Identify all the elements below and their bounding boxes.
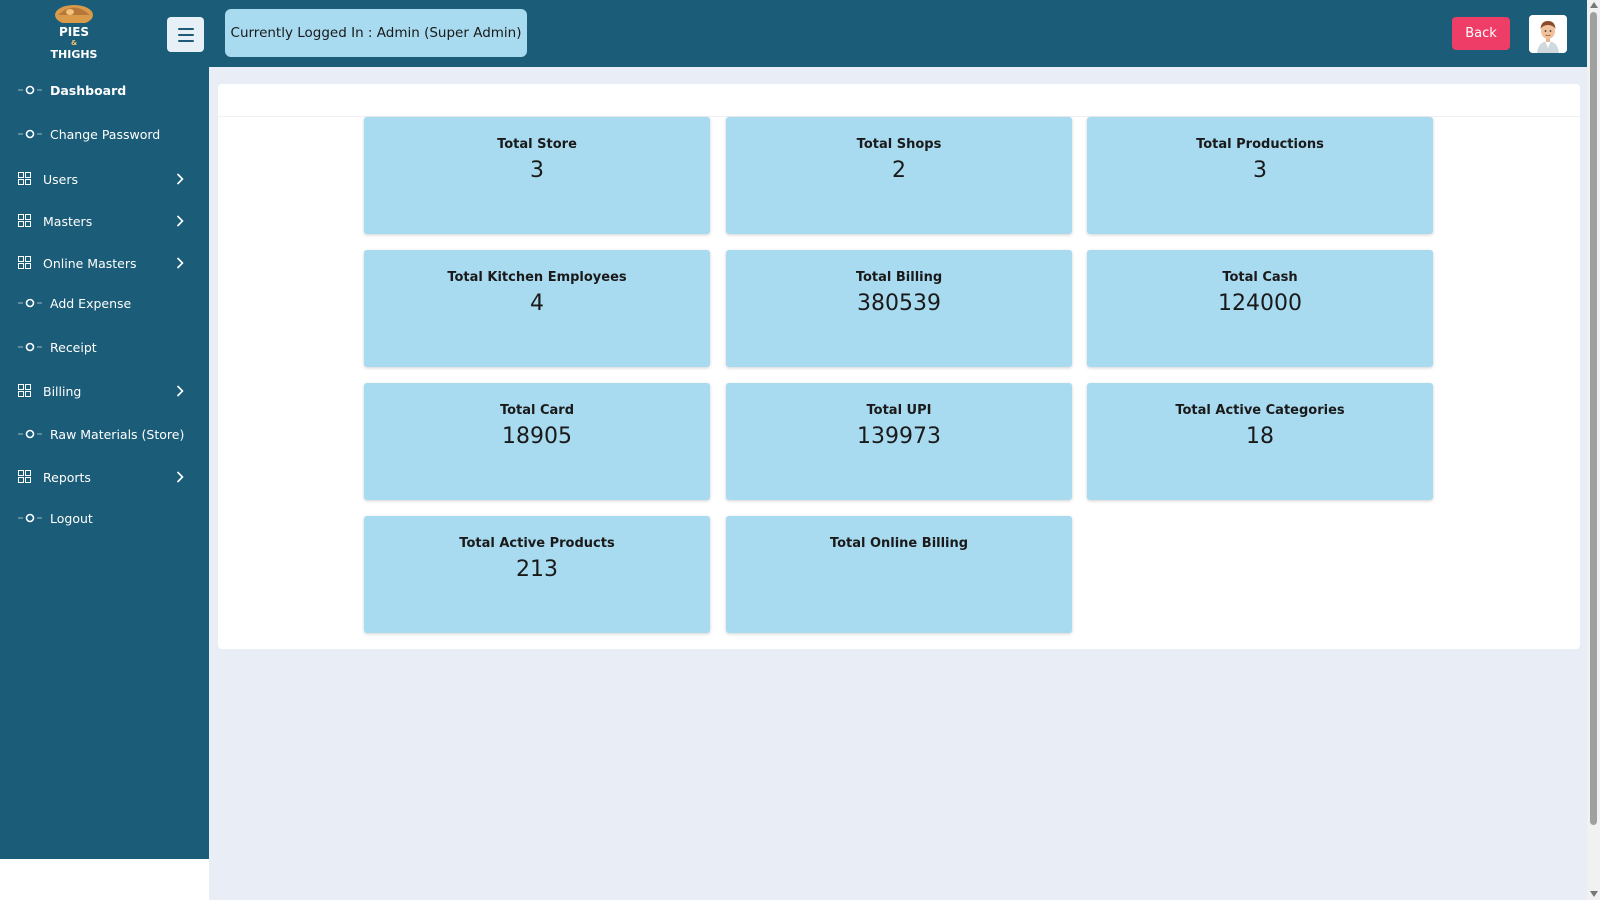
stat-title: Total Store: [497, 137, 577, 152]
hamburger-line: [177, 27, 194, 30]
page-scrollbar[interactable]: [1587, 0, 1600, 900]
stat-value: 124000: [1218, 291, 1302, 316]
dot-circle-icon: [18, 85, 42, 95]
sidebar-item-label: Billing: [43, 383, 82, 399]
stat-title: Total Card: [499, 403, 575, 418]
logged-in-text: Currently Logged In : Admin (Super Admin…: [230, 25, 522, 41]
stat-tile-total-shops[interactable]: Total Shops 2: [726, 117, 1072, 234]
stat-tile-total-active-products[interactable]: Total Active Products 213: [364, 516, 710, 633]
sidebar-item-raw-materials[interactable]: Raw Materials (Store): [0, 416, 209, 452]
stat-title: Total Online Billing: [829, 536, 969, 551]
stat-value: 213: [516, 557, 558, 582]
stat-tile-total-store[interactable]: Total Store 3: [364, 117, 710, 234]
sidebar: Dashboard Change Password Users Masters …: [0, 67, 209, 859]
sidebar-item-add-expense[interactable]: Add Expense: [0, 285, 209, 321]
stat-title: Total Active Products: [459, 536, 615, 551]
hamburger-line: [177, 33, 194, 36]
stat-tile-total-billing[interactable]: Total Billing 380539: [726, 250, 1072, 367]
stat-value: 18905: [502, 424, 572, 449]
stat-title: Total Active Categories: [1175, 403, 1345, 418]
dot-circle-icon: [18, 298, 42, 308]
grid-icon: [18, 214, 31, 227]
stat-title: Total Kitchen Employees: [447, 270, 627, 285]
sidebar-footer-blank: [0, 859, 209, 900]
logo-text-top: PIES: [59, 25, 89, 39]
sidebar-item-dashboard[interactable]: Dashboard: [0, 72, 209, 108]
sidebar-item-label: Logout: [50, 510, 93, 526]
logo-text-mid: &: [71, 39, 77, 47]
sidebar-item-label: Raw Materials (Store): [50, 426, 185, 442]
stat-title: Total Productions: [1196, 137, 1324, 152]
sidebar-item-online-masters[interactable]: Online Masters: [0, 245, 209, 281]
dot-circle-icon: [18, 129, 42, 139]
sidebar-item-masters[interactable]: Masters: [0, 203, 209, 239]
user-avatar[interactable]: [1529, 15, 1567, 53]
stat-value: 3: [530, 158, 544, 183]
sidebar-item-label: Masters: [43, 213, 93, 229]
sidebar-item-label: Dashboard: [50, 82, 127, 98]
sidebar-item-label: Add Expense: [50, 295, 132, 311]
sidebar-item-logout[interactable]: Logout: [0, 500, 209, 536]
grid-icon: [18, 470, 31, 483]
stat-tile-total-online-billing[interactable]: Total Online Billing: [726, 516, 1072, 633]
sidebar-item-users[interactable]: Users: [0, 161, 209, 197]
hamburger-menu-button[interactable]: [167, 17, 204, 52]
sidebar-item-label: Change Password: [50, 126, 161, 142]
stat-tile-total-productions[interactable]: Total Productions 3: [1087, 117, 1433, 234]
hamburger-line: [177, 39, 194, 42]
stat-value: 3: [1253, 158, 1267, 183]
logo-text-bottom: THIGHS: [51, 48, 98, 61]
grid-icon: [18, 172, 31, 185]
sidebar-item-billing[interactable]: Billing: [0, 373, 209, 409]
sidebar-item-receipt[interactable]: Receipt: [0, 329, 209, 365]
dot-circle-icon: [18, 429, 42, 439]
scroll-down-arrow-icon[interactable]: [1590, 891, 1598, 897]
scroll-thumb[interactable]: [1590, 12, 1597, 825]
sidebar-item-label: Reports: [43, 469, 91, 485]
sidebar-item-label: Receipt: [50, 339, 97, 355]
sidebar-item-reports[interactable]: Reports: [0, 459, 209, 495]
sidebar-item-change-password[interactable]: Change Password: [0, 116, 209, 152]
scroll-up-arrow-icon[interactable]: [1590, 2, 1598, 8]
chevron-right-icon: [176, 215, 184, 227]
stat-value: 2: [892, 158, 906, 183]
stat-tile-total-active-categories[interactable]: Total Active Categories 18: [1087, 383, 1433, 500]
dot-circle-icon: [18, 513, 42, 523]
sidebar-item-label: Users: [43, 171, 79, 187]
stat-value: 380539: [857, 291, 941, 316]
chevron-right-icon: [176, 257, 184, 269]
grid-icon: [18, 384, 31, 397]
logged-in-status: Currently Logged In : Admin (Super Admin…: [225, 9, 527, 57]
stat-title: Total Shops: [856, 137, 942, 152]
dashboard-card: Total Store 3 Total Shops 2 Total Produc…: [218, 84, 1580, 649]
stat-tile-total-upi[interactable]: Total UPI 139973: [726, 383, 1072, 500]
back-button[interactable]: Back: [1452, 17, 1510, 50]
chevron-right-icon: [176, 471, 184, 483]
stat-value: 4: [530, 291, 544, 316]
pies-thighs-logo[interactable]: PIES & THIGHS: [44, 2, 104, 66]
stat-tile-total-card[interactable]: Total Card 18905: [364, 383, 710, 500]
stat-tile-total-kitchen-employees[interactable]: Total Kitchen Employees 4: [364, 250, 710, 367]
chevron-right-icon: [176, 385, 184, 397]
stat-title: Total UPI: [866, 403, 932, 418]
stat-title: Total Cash: [1222, 270, 1298, 285]
dot-circle-icon: [18, 342, 42, 352]
card-header: [218, 84, 1580, 117]
chevron-right-icon: [176, 173, 184, 185]
stat-tile-total-cash[interactable]: Total Cash 124000: [1087, 250, 1433, 367]
grid-icon: [18, 256, 31, 269]
sidebar-item-label: Online Masters: [43, 255, 137, 271]
top-header: PIES & THIGHS Currently Logged In : Admi…: [0, 0, 1587, 67]
stat-title: Total Billing: [855, 270, 943, 285]
stat-value: 18: [1246, 424, 1274, 449]
stat-value: 139973: [857, 424, 941, 449]
